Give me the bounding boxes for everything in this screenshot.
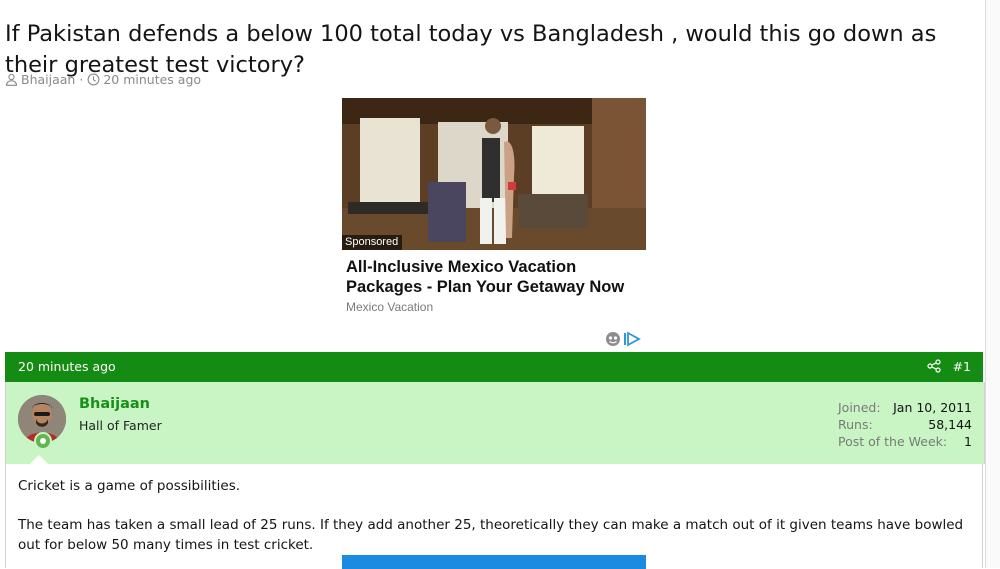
user-icon (5, 73, 18, 86)
clock-icon (87, 73, 100, 86)
user-title: Hall of Famer (79, 418, 162, 433)
sponsored-ad[interactable]: Sponsored All-Inclusive Mexico Vacation … (342, 98, 646, 314)
post-time-link[interactable]: 20 minutes ago (18, 359, 116, 374)
online-status-icon (34, 432, 52, 450)
post-user-panel: Bhaijaan Hall of Famer Joined: Jan 10, 2… (5, 382, 985, 464)
embedded-image[interactable] (342, 555, 646, 569)
ad-headline[interactable]: All-Inclusive Mexico Vacation Packages -… (346, 257, 636, 297)
thread-meta: Bhaijaan · 20 minutes ago (5, 72, 201, 87)
share-icon[interactable] (927, 359, 941, 373)
post-body: Cricket is a game of possibilities. The … (5, 464, 983, 569)
post-paragraph: The team has taken a small lead of 25 ru… (18, 517, 964, 553)
post-header: 20 minutes ago #1 (5, 352, 983, 382)
stat-joined: Joined: Jan 10, 2011 (838, 400, 972, 415)
post-number-link[interactable]: #1 (953, 359, 971, 374)
thread-time-link[interactable]: 20 minutes ago (103, 72, 201, 87)
ad-choices-icon[interactable] (605, 331, 641, 347)
post-username[interactable]: Bhaijaan (79, 396, 150, 412)
ad-source[interactable]: Mexico Vacation (346, 300, 646, 314)
user-panel-arrow (30, 455, 48, 464)
meta-separator: · (79, 72, 84, 87)
ad-sponsored-label: Sponsored (342, 235, 403, 250)
post-paragraph: Cricket is a game of possibilities. (18, 478, 241, 494)
user-stats: Joined: Jan 10, 2011 Runs: 58,144 Post o… (838, 399, 972, 450)
thread-author-link[interactable]: Bhaijaan (21, 72, 75, 87)
stat-runs: Runs: 58,144 (838, 417, 972, 432)
stat-post-of-the-week: Post of the Week: 1 (838, 434, 972, 449)
ad-image[interactable]: Sponsored (342, 98, 646, 250)
right-scroll-rail[interactable] (985, 0, 1000, 568)
